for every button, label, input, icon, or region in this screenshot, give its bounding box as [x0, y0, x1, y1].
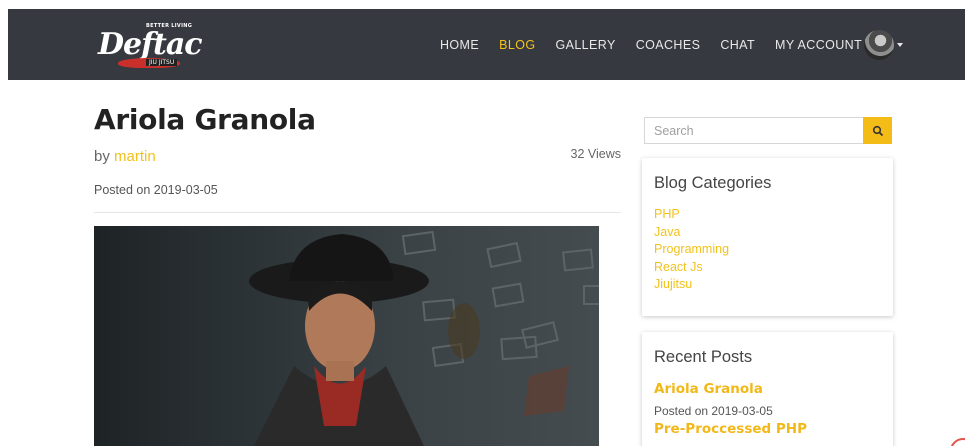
recent-posts-card: Recent Posts Ariola Granola Posted on 20… — [642, 332, 893, 446]
nav-chat[interactable]: CHAT — [720, 38, 755, 52]
category-php[interactable]: PHP — [654, 206, 729, 224]
recent-post-date: Posted on 2019-03-05 — [654, 404, 773, 418]
search-icon — [872, 125, 883, 136]
post-author-line: by martin — [94, 148, 156, 165]
nav-blog[interactable]: BLOG — [499, 38, 535, 52]
category-programming[interactable]: Programming — [654, 241, 729, 259]
blog-categories-card: Blog Categories PHP Java Programming Rea… — [642, 158, 893, 316]
navbar: BETTER LIVING Deftac JIU JITSU HOME BLOG… — [8, 9, 965, 80]
hero-illustration — [249, 230, 599, 446]
avatar — [864, 29, 895, 60]
nav-home[interactable]: HOME — [440, 38, 479, 52]
recent-posts-title: Recent Posts — [654, 348, 753, 366]
account-menu[interactable]: MY ACCOUNT — [775, 29, 904, 60]
recent-post-link[interactable]: Ariola Granola — [654, 381, 763, 397]
site-logo[interactable]: BETTER LIVING Deftac JIU JITSU — [96, 21, 206, 69]
chevron-down-icon — [897, 42, 904, 47]
blog-categories-title: Blog Categories — [654, 174, 772, 192]
by-label: by — [94, 148, 110, 165]
post-hero-image — [94, 226, 599, 446]
search-box — [644, 117, 892, 144]
view-count: 32 Views — [570, 147, 622, 161]
divider — [94, 212, 621, 213]
category-java[interactable]: Java — [654, 224, 729, 242]
logo-text: Deftac — [98, 27, 203, 62]
category-react-js[interactable]: React Js — [654, 259, 729, 277]
nav-gallery[interactable]: GALLERY — [555, 38, 615, 52]
nav-coaches[interactable]: COACHES — [636, 38, 701, 52]
floating-chat-button[interactable] — [950, 438, 965, 446]
search-input[interactable] — [644, 117, 863, 144]
main-nav: HOME BLOG GALLERY COACHES CHAT MY ACCOUN… — [440, 9, 904, 80]
recent-post-link[interactable]: Pre-Proccessed PHP — [654, 421, 807, 437]
author-link[interactable]: martin — [114, 148, 156, 165]
posted-date: Posted on 2019-03-05 — [94, 183, 218, 197]
category-list: PHP Java Programming React Js Jiujitsu — [654, 206, 729, 294]
logo-sub: JIU JITSU — [146, 59, 178, 66]
account-label: MY ACCOUNT — [775, 37, 863, 52]
post-title: Ariola Granola — [94, 103, 316, 136]
search-button[interactable] — [863, 117, 892, 144]
category-jiujitsu[interactable]: Jiujitsu — [654, 276, 729, 294]
